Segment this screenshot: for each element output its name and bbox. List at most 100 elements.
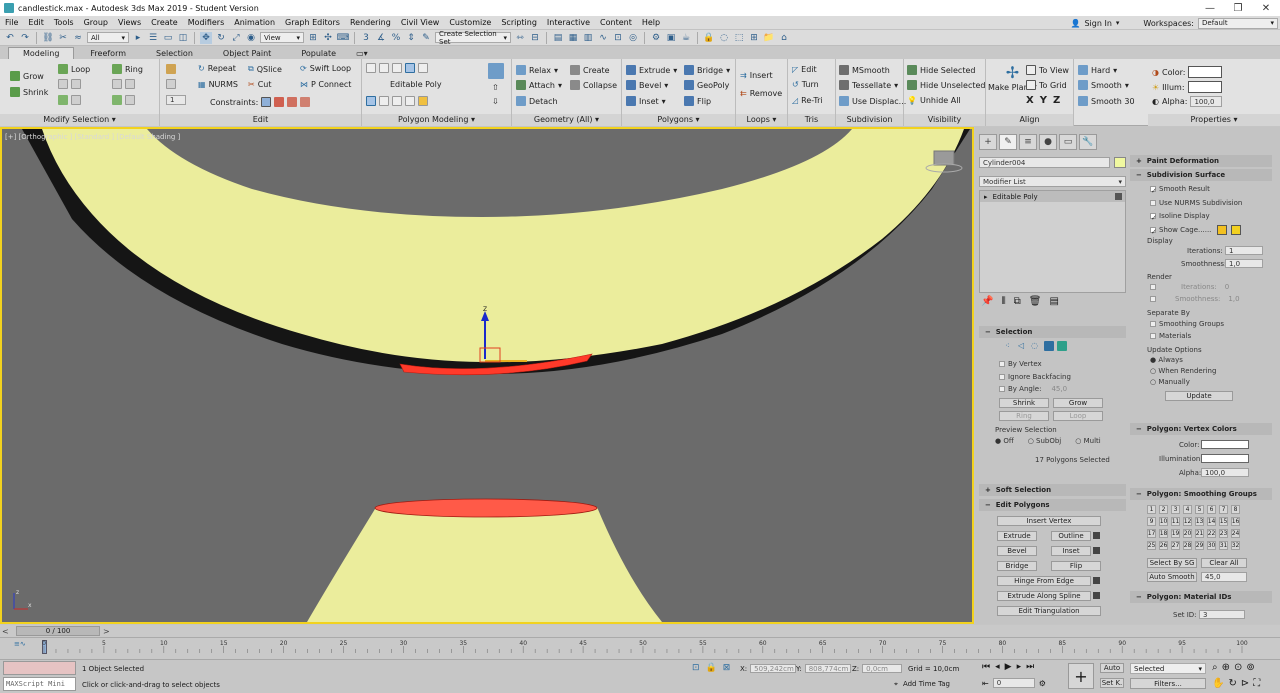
smooth-result-checkbox[interactable]: ✓ Smooth Result [1150, 185, 1210, 195]
key-mode-icon[interactable]: ⇤ [982, 679, 989, 688]
smoothing-group-button[interactable]: 17 [1147, 529, 1156, 538]
outline-button[interactable]: Outline [1051, 531, 1091, 541]
border-level-icon[interactable]: ◌ [1031, 341, 1041, 351]
select-by-name-icon[interactable]: ☰ [147, 32, 159, 44]
next-frame-icon[interactable]: ▸ [1017, 662, 1022, 672]
x-coord-field[interactable]: 509,242cm [750, 664, 797, 673]
bridge-poly-button[interactable]: Bridge [997, 561, 1037, 571]
smoothing-group-button[interactable]: 14 [1207, 517, 1216, 526]
isolate-icon[interactable]: ◌ [718, 32, 730, 44]
tris-edit-button[interactable]: ◸ Edit [792, 65, 817, 74]
rotate-icon[interactable]: ↻ [215, 32, 227, 44]
swift-loop-button[interactable]: ⟳ Swift Loop [300, 64, 351, 73]
extrude-poly-button[interactable]: Extrude [997, 531, 1037, 541]
by-angle-value[interactable]: 45,0 [1051, 385, 1067, 393]
menu-item-file[interactable]: File [0, 18, 23, 27]
loop-selection-button[interactable]: Loop [1053, 411, 1103, 421]
flip-button[interactable]: Flip [684, 96, 711, 106]
unlink-icon[interactable]: ✂ [57, 32, 69, 44]
geopoly-button[interactable]: GeoPoly [684, 80, 729, 90]
edge-mode-icon[interactable] [379, 63, 389, 73]
grow-button[interactable]: Grow [10, 71, 44, 81]
pivot-icon[interactable]: ⊞ [307, 32, 319, 44]
loop-step-button[interactable] [58, 95, 81, 105]
place-icon[interactable]: ◉ [245, 32, 257, 44]
paint-deformation-header[interactable]: + Paint Deformation [1130, 155, 1272, 167]
stack-toggle-icon[interactable] [1115, 193, 1122, 200]
menu-item-tools[interactable]: Tools [49, 18, 79, 27]
show-end-icon[interactable] [379, 96, 389, 106]
modifier-list-dropdown[interactable]: Modifier List ▾ [979, 176, 1126, 187]
orbit-icon[interactable]: ↻ [1228, 678, 1236, 689]
cut-button[interactable]: ✂ Cut [248, 80, 272, 89]
bevel-poly-button[interactable]: Bevel [997, 546, 1037, 556]
z-button[interactable]: Z [1053, 95, 1060, 106]
smoothing-group-button[interactable]: 18 [1159, 529, 1168, 538]
hide-selected-button[interactable]: Hide Selected [907, 65, 975, 75]
spinner-snap-icon[interactable]: ⇕ [405, 32, 417, 44]
show-cage-checkbox[interactable]: ✓ Show Cage...... [1150, 225, 1242, 236]
window-crossing-icon[interactable]: ◫ [177, 32, 189, 44]
clear-all-button[interactable]: Clear All [1201, 558, 1247, 568]
menu-item-animation[interactable]: Animation [229, 18, 280, 27]
show-end-result-icon[interactable]: ⫴ [1001, 296, 1005, 307]
menu-item-graph-editors[interactable]: Graph Editors [280, 18, 345, 27]
key-filters-button[interactable]: Filters... [1130, 678, 1206, 689]
tessellate-button[interactable]: Tessellate ▾ [839, 80, 898, 90]
render-setup-icon[interactable]: ⚙ [650, 32, 662, 44]
time-tag[interactable]: ⌖ Add Time Tag [894, 680, 950, 689]
isolate-selection-icon[interactable]: ⊡ [692, 663, 700, 673]
render-iterations-row[interactable]: Iterations: 0 [1150, 283, 1229, 291]
close-icon[interactable]: ✕ [1252, 0, 1280, 16]
rendered-frame-icon[interactable]: ▣ [665, 32, 677, 44]
ring-button[interactable]: Ring [112, 64, 143, 74]
smoothing-group-button[interactable]: 30 [1207, 541, 1216, 550]
spline-settings-icon[interactable] [1093, 592, 1100, 599]
smoothing-group-button[interactable]: 22 [1207, 529, 1216, 538]
inset-poly-button[interactable]: Inset [1051, 546, 1091, 556]
z-coord-field[interactable]: 0,0cm [862, 664, 903, 673]
manually-radio[interactable]: ○ Manually [1150, 378, 1190, 386]
bevel-button[interactable]: Bevel ▾ [626, 80, 668, 90]
loops-label[interactable]: Loops ▾ [736, 114, 787, 126]
render-smoothness-row[interactable]: Smoothness: 1,0 [1150, 295, 1240, 303]
extrude-along-spline-button[interactable]: Extrude Along Spline [997, 591, 1091, 601]
constraint-face-icon[interactable] [287, 97, 298, 107]
smoothing-group-button[interactable]: 1 [1147, 505, 1156, 514]
smoothing-group-button[interactable]: 7 [1219, 505, 1228, 514]
smoothing-group-button[interactable]: 9 [1147, 517, 1156, 526]
smoothing-group-button[interactable]: 21 [1195, 529, 1204, 538]
time-next-icon[interactable]: > [103, 627, 110, 636]
manipulate-icon[interactable]: ✣ [322, 32, 334, 44]
track-bar[interactable]: ≡∿ 0 5 10 15 20 25 30 35 40 45 50 55 60 65 70 75 80 85 90 9… [0, 637, 1280, 659]
stack-item[interactable]: ▸ Editable Poly [980, 191, 1125, 202]
menu-item-views[interactable]: Views [113, 18, 146, 27]
extrude-settings-icon[interactable] [1093, 532, 1100, 539]
insert-button[interactable]: ⇉ Insert [740, 71, 773, 80]
smoothing-group-button[interactable]: 12 [1183, 517, 1192, 526]
minimize-icon[interactable]: — [1196, 0, 1224, 16]
copy-icon[interactable] [166, 79, 176, 89]
menu-item-edit[interactable]: Edit [23, 18, 49, 27]
smoothing-group-button[interactable]: 8 [1231, 505, 1240, 514]
maxscript-listener[interactable] [3, 661, 76, 675]
smoothing-group-button[interactable]: 29 [1195, 541, 1204, 550]
smoothing-group-button[interactable]: 16 [1231, 517, 1240, 526]
properties-label[interactable]: Properties ▾ [1148, 114, 1280, 126]
repeat-button[interactable]: ↻ Repeat [198, 64, 236, 73]
utilities-tab-icon[interactable]: 🔧 [1079, 134, 1097, 150]
attach-button[interactable]: Attach ▾ [516, 80, 562, 90]
smoothing-group-button[interactable]: 10 [1159, 517, 1168, 526]
make-unique-icon[interactable]: ⧉ [1014, 296, 1021, 307]
vc-alpha-field[interactable]: 100,0 [1201, 468, 1249, 477]
relax-button[interactable]: Relax ▾ [516, 65, 558, 75]
smoothing-group-button[interactable]: 6 [1207, 505, 1216, 514]
shrink-selection-button[interactable]: Shrink [999, 398, 1049, 408]
bevel-settings-icon[interactable] [1093, 547, 1100, 554]
smooth-button[interactable]: Smooth ▾ [1078, 80, 1129, 90]
y-coord-field[interactable]: 808,774cm [804, 664, 851, 673]
always-radio[interactable]: ● Always [1150, 356, 1183, 364]
align-icon[interactable]: ⊟ [529, 32, 541, 44]
ribbon-tab-populate[interactable]: Populate [287, 47, 350, 59]
smoothing-group-button[interactable]: 24 [1231, 529, 1240, 538]
